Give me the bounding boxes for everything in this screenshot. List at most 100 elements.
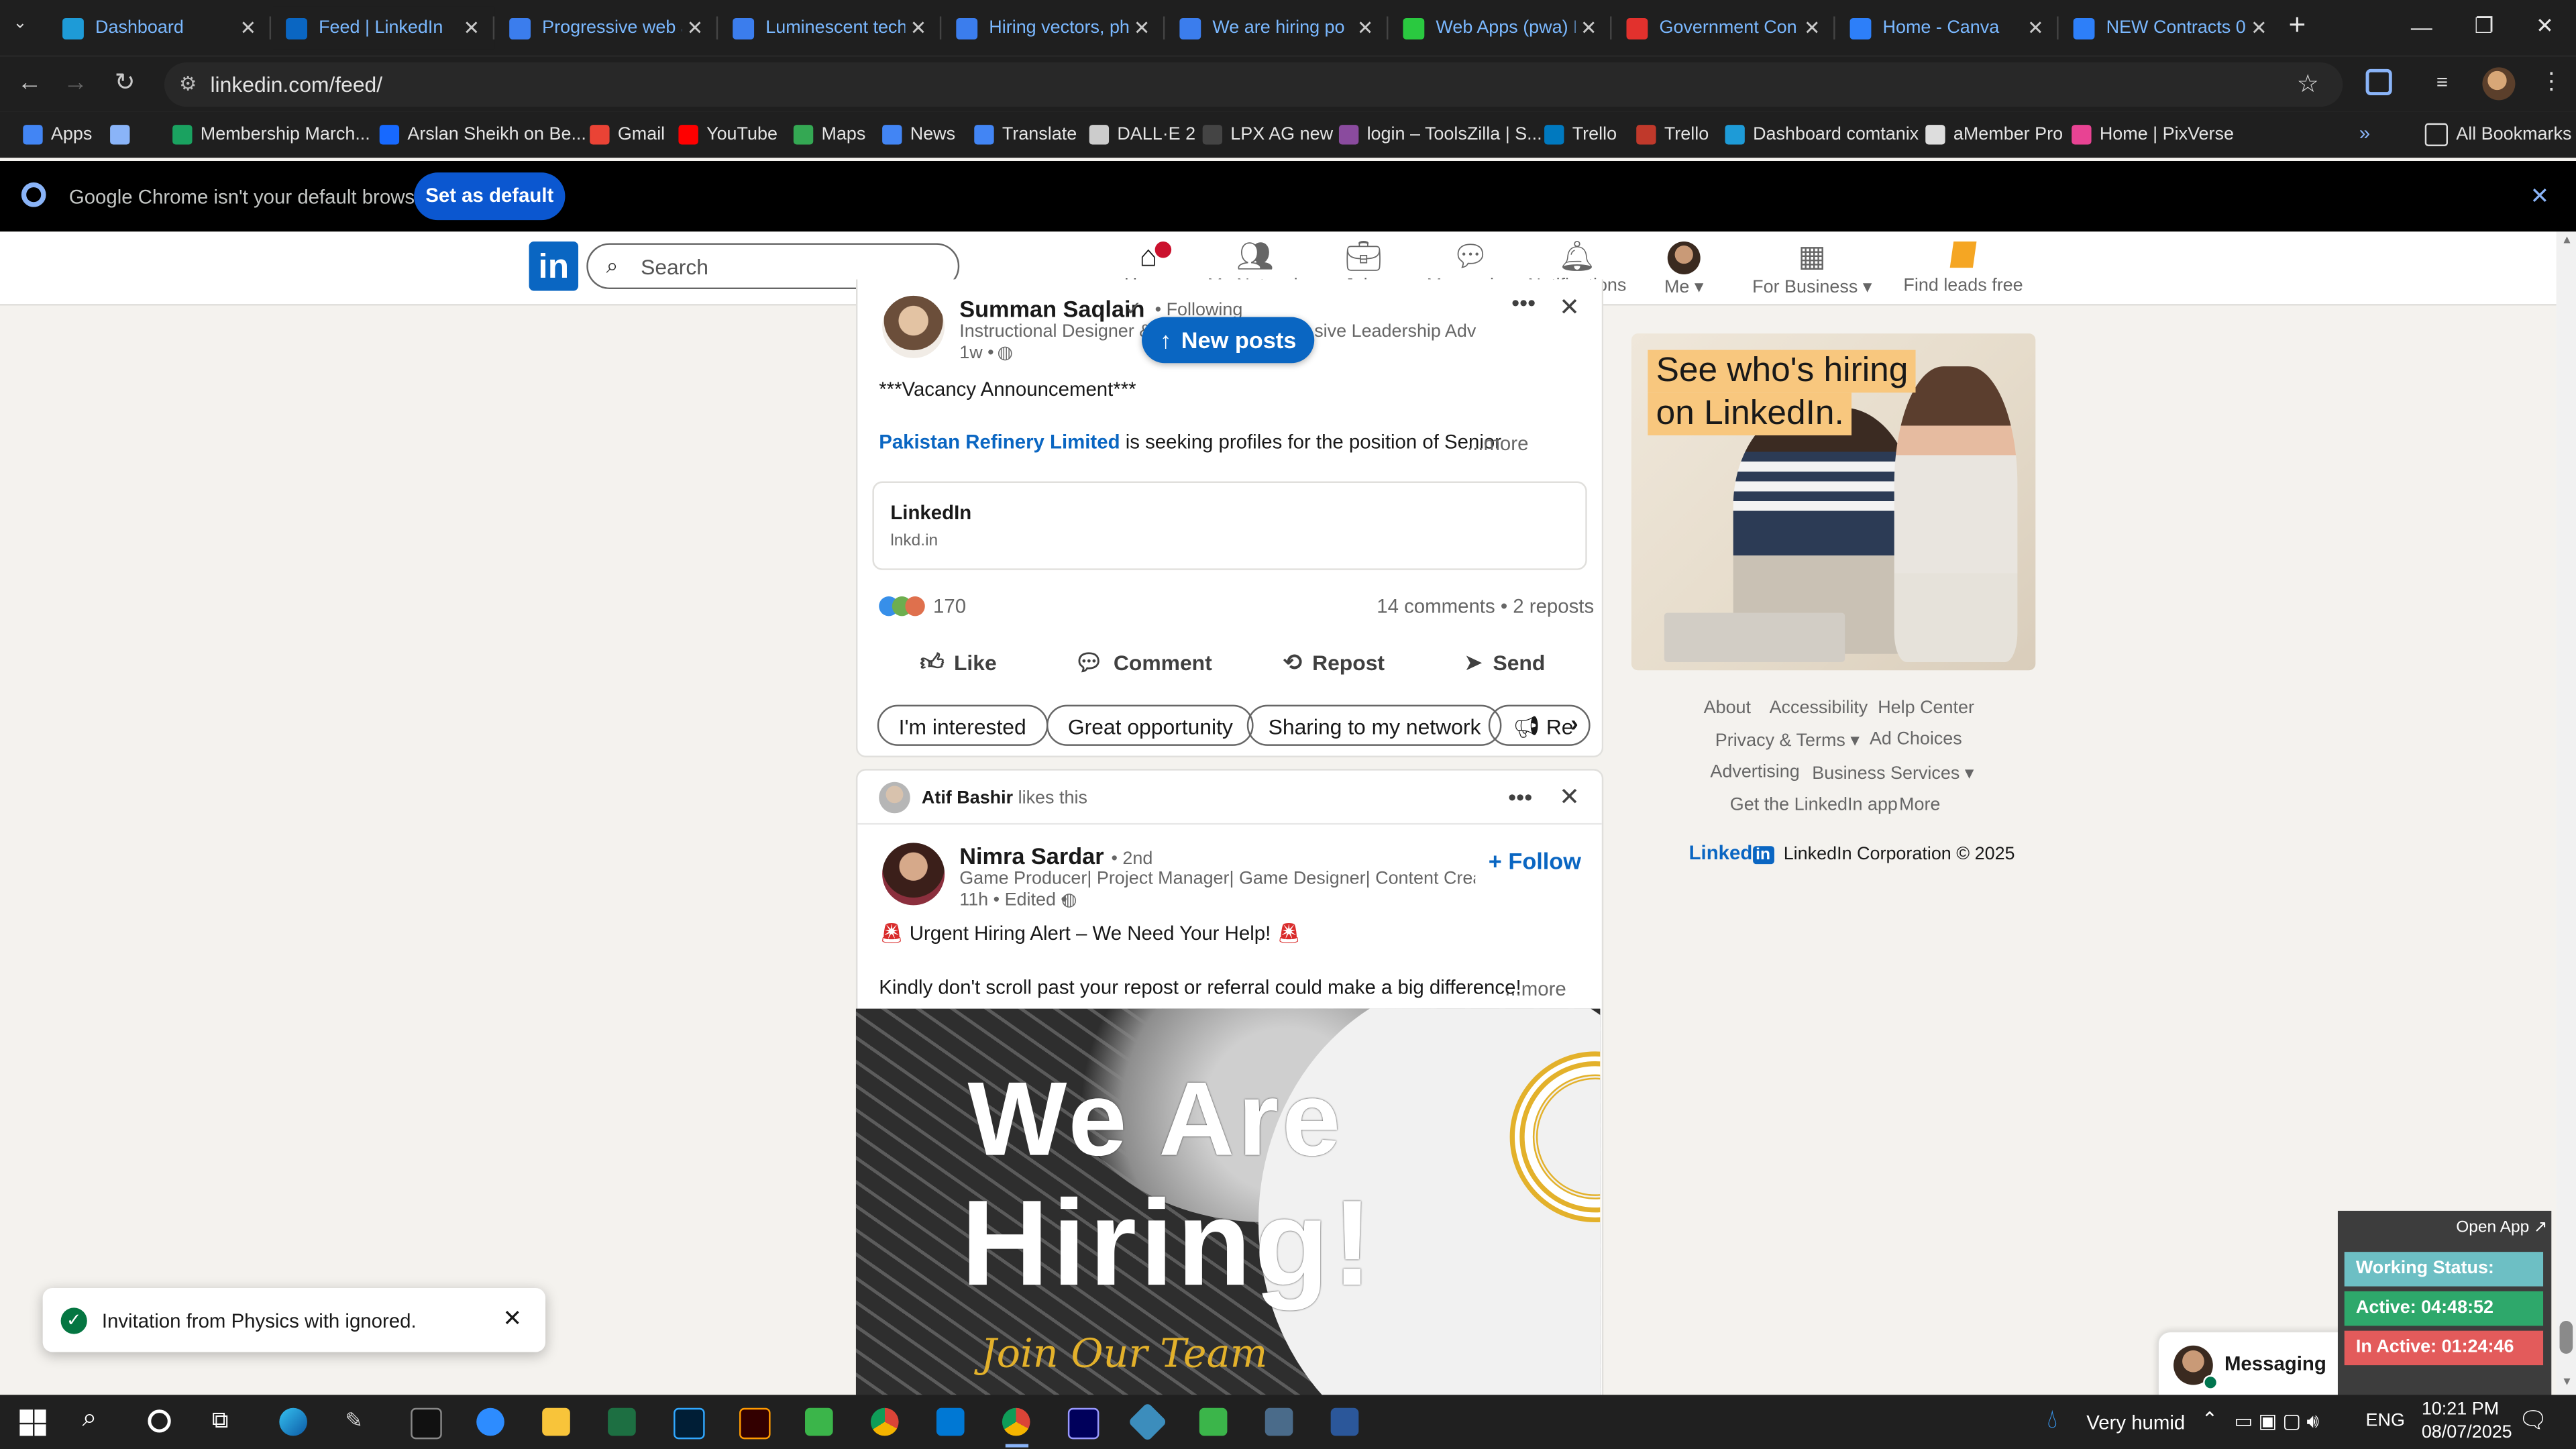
footer-help-center[interactable]: Help Center [1878, 698, 1974, 718]
quick-reply-great-opportunity[interactable]: Great opportunity [1046, 704, 1254, 746]
footer-accessibility[interactable]: Accessibility [1770, 698, 1868, 718]
scrollbar-up-icon[interactable]: ▲ [2561, 235, 2573, 246]
all-bookmarks[interactable]: All Bookmarks [2424, 121, 2571, 148]
bookmark-star-icon[interactable]: ☆ [2297, 69, 2319, 99]
word-icon[interactable] [1330, 1407, 1359, 1436]
like-button[interactable]: 👍︎ Like [920, 649, 996, 677]
minimize-button[interactable]: — [2390, 0, 2453, 52]
pen-icon[interactable]: ✎ [345, 1408, 373, 1436]
post-author[interactable]: Nimra Sardar [959, 843, 1104, 869]
bookmark-17[interactable]: Home | PixVerse [2072, 121, 2234, 148]
tab-close-icon[interactable]: ✕ [2246, 16, 2272, 39]
bookmark-12[interactable]: login – ToolsZilla | S... [1338, 121, 1542, 148]
nav-find-leads-free[interactable]: Find leads free [1902, 237, 2024, 296]
tab-10[interactable]: NEW Contracts 0 ✕ [2060, 7, 2282, 50]
scrollbar-thumb[interactable] [2559, 1320, 2573, 1354]
tab-close-icon[interactable]: ✕ [235, 16, 261, 39]
bookmark-11[interactable]: LPX AG new [1202, 121, 1333, 148]
footer-about[interactable]: About [1704, 698, 1751, 718]
chrome-active-icon[interactable] [1002, 1407, 1030, 1436]
close-window-button[interactable]: ✕ [2514, 0, 2576, 52]
camtasia-icon[interactable] [1199, 1407, 1228, 1436]
see-more-link[interactable]: ...more [1505, 977, 1566, 1000]
messaging-bar[interactable]: Messaging [2157, 1330, 2358, 1400]
restore-button[interactable]: ❐ [2453, 0, 2515, 52]
close-icon[interactable]: ✕ [502, 1305, 522, 1333]
chrome-icon[interactable] [870, 1407, 899, 1436]
reaction-count[interactable]: 170 [933, 595, 966, 618]
camtasia-icon[interactable] [805, 1407, 833, 1436]
bookmark-16[interactable]: aMember Pro [1925, 121, 2063, 148]
bookmark-5[interactable]: Gmail [590, 121, 665, 148]
bookmark-6[interactable]: YouTube [678, 121, 777, 148]
nav-me[interactable]: Me ▾ [1627, 237, 1741, 297]
bookmark-10[interactable]: DALL·E 2 [1089, 121, 1195, 148]
tab-4[interactable]: Luminescent tech ✕ [720, 7, 942, 50]
footer-advertising[interactable]: Advertising [1710, 762, 1799, 782]
comment-button[interactable]: 💬︎ Comment [1075, 649, 1212, 677]
calculator-icon[interactable] [1265, 1407, 1293, 1436]
tab-7[interactable]: Web Apps (pwa) I ✕ [1390, 7, 1612, 50]
see-more-link[interactable]: ...more [1467, 432, 1528, 455]
task-view-icon[interactable]: ⧉ [212, 1406, 228, 1434]
bookmark-2[interactable] [110, 121, 138, 148]
notification-center-icon[interactable]: 🗨︎ [2518, 1406, 2548, 1434]
footer-business-services[interactable]: Business Services ▾ [1812, 762, 1974, 784]
clock-time[interactable]: 10:21 PM [2422, 1400, 2499, 1419]
premiere-icon[interactable] [1067, 1407, 1099, 1440]
tab-2[interactable]: Feed | LinkedIn ✕ [272, 6, 495, 50]
liker-name[interactable]: Atif Bashir [922, 789, 1013, 808]
comments-reposts[interactable]: 14 comments • 2 reposts [1377, 595, 1594, 618]
send-button[interactable]: ➤ Send [1464, 649, 1545, 677]
tab-9[interactable]: Home - Canva ✕ [1837, 7, 2059, 50]
cortana-icon[interactable] [148, 1409, 171, 1433]
scrollbar-down-icon[interactable]: ▼ [2561, 1377, 2573, 1388]
tab-8[interactable]: Government Con ✕ [1613, 7, 1835, 50]
ad-banner[interactable]: See who's hiring on LinkedIn. [1631, 333, 2036, 671]
weather-text[interactable]: Very humid [2086, 1411, 2185, 1434]
dismiss-icon[interactable]: ✕ [1559, 292, 1580, 322]
extensions-icon[interactable] [2365, 68, 2392, 96]
language-indicator[interactable]: ENG [2366, 1411, 2405, 1431]
link-preview[interactable]: LinkedIn lnkd.in [872, 481, 1587, 570]
avatar[interactable] [882, 843, 945, 906]
new-posts-button[interactable]: ↑ New posts [1142, 317, 1315, 364]
chevron-right-icon[interactable]: › [1570, 710, 1578, 736]
company-link[interactable]: Pakistan Refinery Limited [879, 431, 1120, 453]
tab-close-icon[interactable]: ✕ [1576, 16, 1602, 39]
liker-avatar[interactable] [879, 782, 910, 814]
quick-reply-sharing[interactable]: Sharing to my network [1246, 704, 1503, 746]
tab-3[interactable]: Progressive web a ✕ [496, 7, 718, 50]
footer-more[interactable]: More [1899, 795, 1940, 814]
footer-privacy-terms[interactable]: Privacy & Terms ▾ [1715, 729, 1860, 751]
photoshop-icon[interactable] [674, 1407, 705, 1440]
app-icon[interactable] [1128, 1402, 1168, 1442]
post-author[interactable]: Summan Saqlain [959, 296, 1144, 322]
quick-reply-interested[interactable]: I'm interested [877, 704, 1048, 746]
site-info-icon[interactable]: ⚙ [179, 72, 197, 95]
file-explorer-icon[interactable] [542, 1407, 570, 1436]
clock-date[interactable]: 08/07/2025 [2422, 1423, 2512, 1442]
set-default-button[interactable]: Set as default [414, 172, 566, 221]
bookmark-14[interactable]: Trello [1636, 121, 1709, 148]
footer-get-app[interactable]: Get the LinkedIn app [1730, 795, 1898, 814]
page-scrollbar[interactable]: ▲ ▼ [2556, 231, 2576, 1395]
edge-icon[interactable] [279, 1407, 307, 1436]
more-options-icon[interactable]: ••• [1508, 784, 1532, 810]
excel-icon[interactable] [608, 1407, 636, 1436]
forward-icon[interactable]: → [59, 67, 92, 100]
chevron-up-icon[interactable]: ⌃ [2202, 1408, 2218, 1431]
windows-start-icon[interactable] [19, 1409, 46, 1436]
address-bar[interactable]: ⚙ linkedin.com/feed/ ☆ [164, 62, 2343, 107]
dismiss-icon[interactable]: ✕ [1559, 782, 1580, 812]
tab-close-icon[interactable]: ✕ [1799, 16, 1825, 39]
reaction-icons[interactable] [879, 595, 931, 618]
chrome-menu-icon[interactable]: ⋮ [2540, 67, 2563, 95]
illustrator-icon[interactable] [739, 1407, 771, 1440]
profile-avatar[interactable] [2482, 67, 2516, 101]
search-icon[interactable]: ⌕ [82, 1405, 97, 1434]
tab-close-icon[interactable]: ✕ [905, 16, 931, 39]
tab-close-icon[interactable]: ✕ [682, 16, 708, 39]
terminal-icon[interactable] [411, 1407, 442, 1440]
tab-search-button[interactable]: ⌄ [13, 15, 28, 33]
